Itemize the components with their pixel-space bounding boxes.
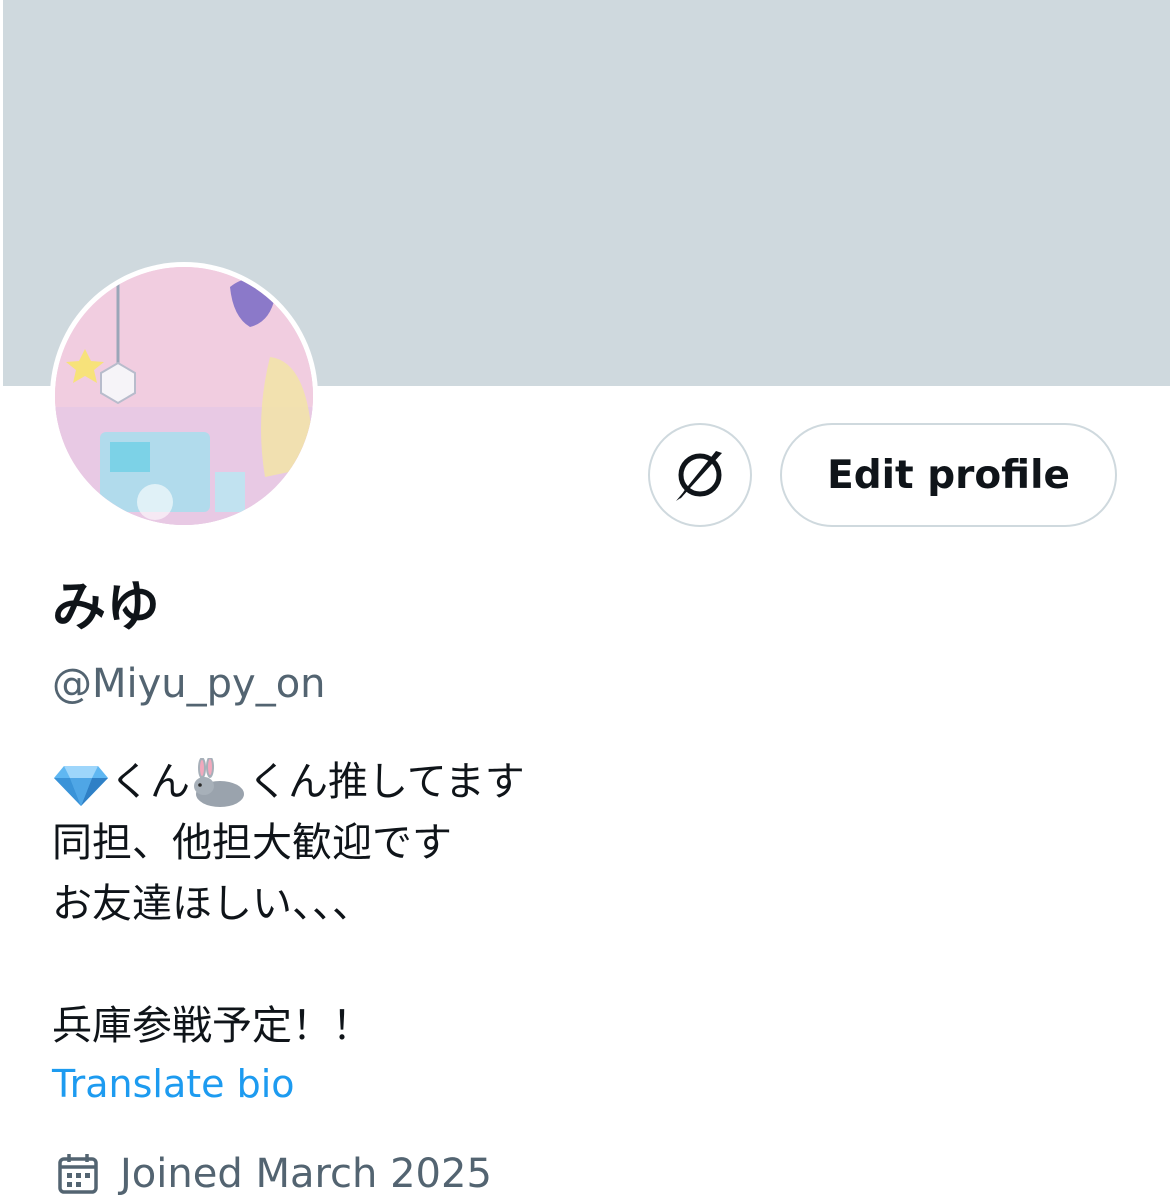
- display-name: みゆ: [52, 575, 160, 638]
- bio-line-2: 同担、他担大歓迎です: [52, 820, 452, 866]
- avatar-image: [55, 267, 313, 525]
- bio-line-1-part-b: くん推してます: [248, 759, 525, 805]
- grok-icon: [676, 451, 722, 501]
- joined-label: Joined March 2025: [120, 1151, 492, 1197]
- gem-icon: [54, 765, 108, 806]
- bio: くん くん推してます 同担、他担大歓迎です お友達ほしい、、、 兵庫参戦予定！！: [52, 752, 525, 1057]
- bio-line-1-part-a: くん: [110, 759, 190, 805]
- bio-line-3: お友達ほしい、、、: [52, 881, 372, 927]
- bio-line-5: 兵庫参戦予定！！: [52, 1003, 372, 1049]
- calendar-icon: [58, 1154, 98, 1194]
- avatar[interactable]: [50, 262, 318, 530]
- edit-profile-button[interactable]: Edit profile: [780, 423, 1117, 527]
- bio-line-blank: [52, 935, 525, 996]
- translate-bio-link[interactable]: Translate bio: [52, 1062, 295, 1108]
- bio-line-1: くん くん推してます: [52, 752, 525, 813]
- grok-icon-button[interactable]: [648, 423, 752, 527]
- joined-date: Joined March 2025: [56, 1150, 492, 1198]
- rabbit-icon: [194, 757, 244, 807]
- user-handle: @Miyu_py_on: [52, 661, 326, 707]
